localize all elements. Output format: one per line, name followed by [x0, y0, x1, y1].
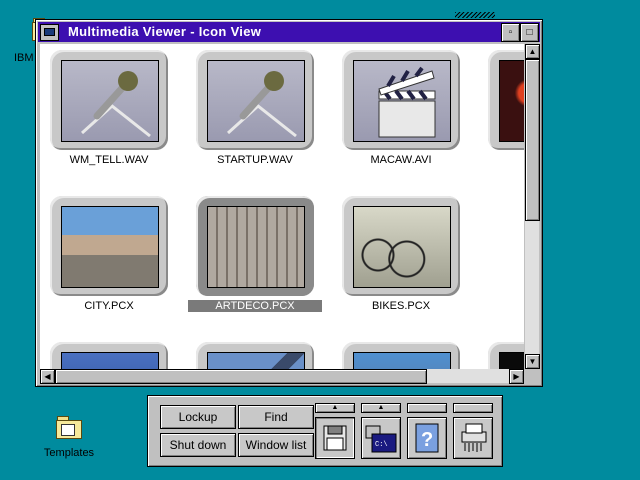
desktop-icon-label: Templates — [43, 447, 95, 459]
media-item-label: MACAW.AVI — [370, 154, 432, 166]
window-list-button[interactable]: Window list — [238, 433, 314, 457]
media-item-label: STARTUP.WAV — [217, 154, 293, 166]
drawer-toggle[interactable]: ▲ — [315, 403, 355, 413]
microphone-icon — [226, 71, 297, 138]
maximize-button[interactable]: □ — [520, 23, 539, 42]
media-item-label: WM_TELL.WAV — [69, 154, 149, 166]
microphone-icon — [80, 71, 151, 138]
help-icon: ? — [415, 423, 439, 453]
find-button[interactable]: Find — [238, 405, 314, 429]
horizontal-scrollbar[interactable]: ◀ ▶ — [40, 369, 524, 384]
restore-button[interactable]: ▫ — [501, 23, 520, 42]
help-button[interactable]: ? — [407, 417, 447, 459]
drawer-toggle[interactable] — [453, 403, 493, 413]
title-bar[interactable]: Multimedia Viewer - Icon View ▫ □ — [38, 22, 540, 42]
shredder-icon — [461, 423, 487, 452]
lockup-button[interactable]: Lockup — [160, 405, 236, 429]
templates-folder-icon — [56, 416, 82, 439]
svg-text:C:\: C:\ — [375, 441, 388, 449]
icon-view-area: WM_TELL.WAV STARTUP.WAV MACAW.AVI CITY.P… — [40, 44, 524, 369]
desktop-decoration — [455, 12, 495, 18]
drives-button[interactable] — [315, 417, 355, 459]
shredder-button[interactable] — [453, 417, 493, 459]
system-menu-icon[interactable] — [40, 24, 59, 41]
disk-icon — [323, 425, 347, 451]
media-item-label: CITY.PCX — [84, 300, 134, 312]
launchpad: Lockup Find Shut down Window list ▲ ▲ C:… — [147, 395, 503, 467]
svg-text:?: ? — [421, 429, 433, 451]
vertical-scroll-thumb[interactable] — [525, 59, 540, 221]
vertical-scrollbar[interactable]: ▲ ▼ — [525, 44, 540, 369]
scroll-left-button[interactable]: ◀ — [40, 369, 55, 384]
media-item-label: ARTDECO.PCX — [188, 300, 322, 312]
multimedia-viewer-window: Multimedia Viewer - Icon View ▫ □ WM_TEL… — [35, 19, 543, 387]
media-item-label: Do — [478, 300, 524, 312]
scroll-down-button[interactable]: ▼ — [525, 354, 540, 369]
shut-down-button[interactable]: Shut down — [160, 433, 236, 457]
window-title: Multimedia Viewer - Icon View — [68, 24, 262, 39]
window-icon: C:\ — [365, 425, 397, 453]
desktop-icon-label: IBM — [14, 52, 34, 64]
media-item-label: BIKES.PCX — [371, 300, 431, 312]
artdeco-photo — [207, 206, 305, 288]
horizontal-scroll-thumb[interactable] — [55, 369, 427, 384]
bikes-photo — [353, 206, 451, 288]
scroll-up-button[interactable]: ▲ — [525, 44, 540, 59]
command-prompt-button[interactable]: C:\ — [361, 417, 401, 459]
drawer-toggle[interactable]: ▲ — [361, 403, 401, 413]
drawer-toggle[interactable] — [407, 403, 447, 413]
media-item-label: F — [478, 154, 524, 166]
scroll-right-button[interactable]: ▶ — [509, 369, 524, 384]
desktop-icon-templates[interactable]: Templates — [40, 416, 98, 459]
city-photo — [61, 206, 159, 288]
clapperboard-icon — [378, 66, 436, 138]
